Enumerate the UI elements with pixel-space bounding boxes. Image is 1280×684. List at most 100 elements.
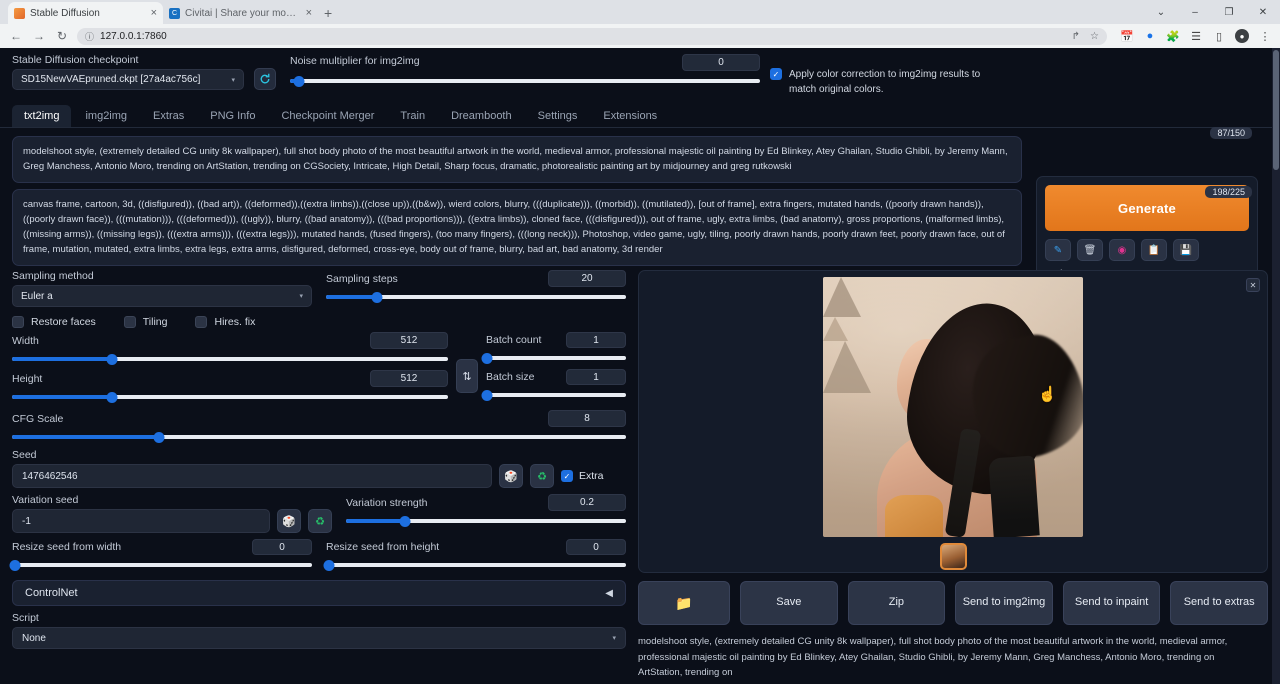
tab-train[interactable]: Train bbox=[388, 105, 437, 127]
tiling-checkbox[interactable]: Tiling bbox=[124, 316, 168, 328]
tab-extensions[interactable]: Extensions bbox=[591, 105, 669, 127]
profile-avatar[interactable]: ● bbox=[1235, 29, 1249, 43]
refresh-checkpoint-icon[interactable] bbox=[254, 68, 276, 90]
variation-dice-icon[interactable]: 🎲 bbox=[277, 509, 301, 533]
tiling-label: Tiling bbox=[143, 316, 168, 328]
scrollbar-thumb[interactable] bbox=[1273, 50, 1279, 170]
positive-prompt-input[interactable]: modelshoot style, (extremely detailed CG… bbox=[12, 136, 1022, 183]
generated-image[interactable]: ☝ bbox=[823, 277, 1083, 537]
close-image-icon[interactable]: ✕ bbox=[1246, 278, 1260, 292]
tab-checkpoint-merger[interactable]: Checkpoint Merger bbox=[269, 105, 386, 127]
browser-tab-civitai[interactable]: C Civitai | Share your models × bbox=[163, 2, 318, 24]
extension-blue-icon[interactable]: ● bbox=[1143, 29, 1157, 43]
send-to-extras-button[interactable]: Send to extras bbox=[1170, 581, 1268, 625]
chevron-down-icon: ▾ bbox=[612, 634, 616, 642]
checkpoint-select[interactable]: SD15NewVAEpruned.ckpt [27a4ac756c] ▾ bbox=[12, 69, 244, 90]
back-icon[interactable]: ← bbox=[8, 28, 24, 44]
maximize-icon[interactable]: ❐ bbox=[1212, 0, 1246, 24]
zip-button[interactable]: Zip bbox=[848, 581, 946, 625]
height-slider[interactable] bbox=[12, 390, 448, 404]
sampling-method-label: Sampling method bbox=[12, 270, 312, 282]
tab-settings[interactable]: Settings bbox=[526, 105, 590, 127]
lower-content: Sampling method Euler a ▾ Sampling steps… bbox=[0, 266, 1280, 684]
extra-checkbox[interactable]: ✓ Extra bbox=[561, 470, 604, 482]
noise-slider[interactable] bbox=[290, 74, 760, 88]
script-label: Script bbox=[12, 612, 626, 624]
save-button[interactable]: Save bbox=[740, 581, 838, 625]
clipboard-icon[interactable]: 📋 bbox=[1141, 239, 1167, 261]
hires-fix-checkbox[interactable]: Hires. fix bbox=[195, 316, 255, 328]
variation-strength-slider[interactable] bbox=[346, 514, 626, 528]
bookmark-star-icon[interactable]: ☆ bbox=[1090, 31, 1099, 42]
resize-seed-width-value[interactable]: 0 bbox=[252, 539, 312, 555]
seed-input[interactable]: 1476462546 bbox=[12, 464, 492, 488]
script-select[interactable]: None ▾ bbox=[12, 627, 626, 649]
page-scrollbar[interactable] bbox=[1272, 48, 1280, 684]
minimize-icon[interactable]: – bbox=[1178, 0, 1212, 24]
address-bar[interactable]: ⓘ 127.0.0.1:7860 ↱ ☆ bbox=[77, 28, 1107, 45]
trash-icon[interactable]: 🗑 bbox=[1077, 239, 1103, 261]
batch-count-slider[interactable] bbox=[486, 351, 626, 365]
cfg-scale-slider[interactable] bbox=[12, 430, 626, 444]
seed-label: Seed bbox=[12, 449, 626, 461]
menu-kebab-icon[interactable]: ⋮ bbox=[1258, 29, 1272, 43]
width-slider[interactable] bbox=[12, 352, 448, 366]
restore-faces-checkbox[interactable]: Restore faces bbox=[12, 316, 96, 328]
send-to-img2img-button[interactable]: Send to img2img bbox=[955, 581, 1053, 625]
arrow-pen-icon[interactable]: ✎ bbox=[1045, 239, 1071, 261]
forward-icon[interactable]: → bbox=[31, 28, 47, 44]
sampling-steps-value[interactable]: 20 bbox=[548, 270, 626, 287]
variation-strength-value[interactable]: 0.2 bbox=[548, 494, 626, 511]
close-icon[interactable]: × bbox=[151, 8, 157, 19]
script-block: Script None ▾ bbox=[12, 612, 626, 649]
tab-png-info[interactable]: PNG Info bbox=[198, 105, 267, 127]
calendar-icon[interactable]: 📅 bbox=[1120, 29, 1134, 43]
magenta-circle-icon[interactable]: ◉ bbox=[1109, 239, 1135, 261]
browser-tab-stable-diffusion[interactable]: Stable Diffusion × bbox=[8, 2, 163, 24]
variation-seed-input[interactable]: -1 bbox=[12, 509, 270, 533]
new-tab-button[interactable]: + bbox=[324, 5, 332, 21]
variation-recycle-icon[interactable]: ♻ bbox=[308, 509, 332, 533]
close-icon[interactable]: × bbox=[306, 8, 312, 19]
reload-icon[interactable]: ↻ bbox=[54, 28, 70, 44]
sampling-method-select[interactable]: Euler a ▾ bbox=[12, 285, 312, 307]
tab-dreambooth[interactable]: Dreambooth bbox=[439, 105, 524, 127]
seed-recycle-icon[interactable]: ♻ bbox=[530, 464, 554, 488]
negative-prompt-input[interactable]: canvas frame, cartoon, 3d, ((disfigured)… bbox=[12, 189, 1022, 266]
restore-faces-label: Restore faces bbox=[31, 316, 96, 328]
stable-diffusion-webui: Stable Diffusion checkpoint SD15NewVAEpr… bbox=[0, 48, 1280, 684]
send-to-inpaint-button[interactable]: Send to inpaint bbox=[1063, 581, 1161, 625]
resize-seed-width-slider[interactable] bbox=[12, 558, 312, 572]
browser-tab-strip: Stable Diffusion × C Civitai | Share you… bbox=[0, 0, 1280, 24]
seed-dice-icon[interactable]: 🎲 bbox=[499, 464, 523, 488]
resize-seed-height-slider[interactable] bbox=[326, 558, 626, 572]
noise-value-field[interactable]: 0 bbox=[682, 54, 760, 71]
batch-size-value[interactable]: 1 bbox=[566, 369, 626, 385]
sampling-steps-slider[interactable] bbox=[326, 290, 626, 304]
batch-size-slider[interactable] bbox=[486, 388, 626, 402]
open-folder-button[interactable]: 📁 bbox=[638, 581, 730, 625]
site-info-icon[interactable]: ⓘ bbox=[85, 30, 94, 43]
collapse-icon[interactable]: ⌄ bbox=[1144, 0, 1178, 24]
puzzle-icon[interactable]: 🧩 bbox=[1166, 29, 1180, 43]
side-panel-icon[interactable]: ▯ bbox=[1212, 29, 1226, 43]
tab-img2img[interactable]: img2img bbox=[73, 105, 139, 127]
cfg-scale-value[interactable]: 8 bbox=[548, 410, 626, 427]
save-card-icon[interactable]: 💾 bbox=[1173, 239, 1199, 261]
main-tab-bar: txt2img img2img Extras PNG Info Checkpoi… bbox=[0, 99, 1280, 128]
height-value[interactable]: 512 bbox=[370, 370, 448, 387]
window-close-icon[interactable]: ✕ bbox=[1246, 0, 1280, 24]
sampling-steps-block: Sampling steps 20 bbox=[326, 270, 626, 304]
swap-dimensions-button[interactable]: ⇅ bbox=[456, 359, 478, 393]
share-icon[interactable]: ↱ bbox=[1072, 31, 1080, 42]
reading-list-icon[interactable]: ☰ bbox=[1189, 29, 1203, 43]
tab-extras[interactable]: Extras bbox=[141, 105, 196, 127]
batch-count-value[interactable]: 1 bbox=[566, 332, 626, 348]
controlnet-accordion[interactable]: ControlNet ◀ bbox=[12, 580, 626, 606]
color-correction-checkbox[interactable]: ✓ bbox=[770, 68, 782, 80]
resize-seed-height-value[interactable]: 0 bbox=[566, 539, 626, 555]
tab-txt2img[interactable]: txt2img bbox=[12, 105, 71, 127]
width-value[interactable]: 512 bbox=[370, 332, 448, 349]
gallery-thumbnail[interactable] bbox=[940, 543, 967, 570]
output-column: ✕ ☝ bbox=[638, 270, 1268, 684]
